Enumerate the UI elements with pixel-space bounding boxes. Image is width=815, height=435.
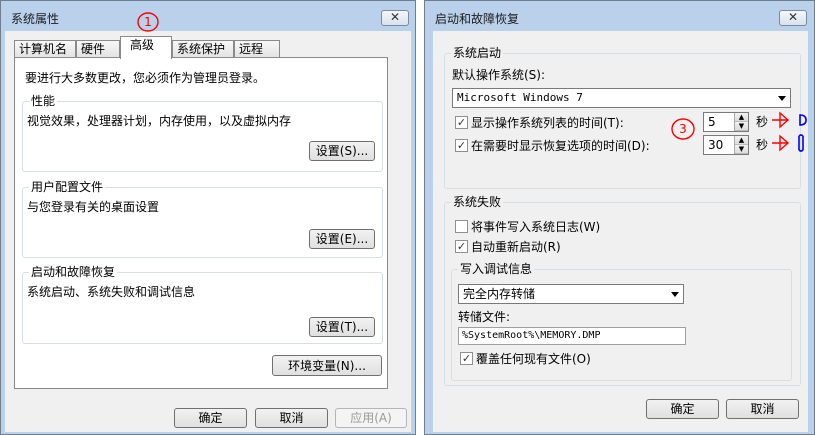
write-event-checkbox[interactable] (455, 220, 468, 233)
show-list-label: 显示操作系统列表的时间(T): (471, 116, 624, 130)
apply-button[interactable]: 应用(A) (335, 408, 407, 428)
window-title: 系统属性 (11, 12, 60, 26)
show-recovery-label: 在需要时显示恢复选项的时间(D): (471, 139, 650, 153)
advanced-tab-panel: 要进行大多数更改，您必须作为管理员登录。 性能 视觉效果，处理器计划，内存使用，… (14, 57, 388, 389)
show-list-checkbox[interactable]: ✓ (455, 116, 468, 129)
close-button[interactable]: ✕ (381, 10, 409, 26)
title-bar[interactable]: 系统属性 ✕ (1, 1, 415, 31)
chevron-down-icon (671, 292, 679, 297)
cancel-button-right[interactable]: 取消 (726, 399, 799, 419)
tab-system-protection[interactable]: 系统保护 (172, 40, 234, 58)
overwrite-label: 覆盖任何现有文件(O) (476, 352, 591, 366)
debug-type-value: 完全内存转储 (463, 287, 536, 301)
annotation-arrow-2 (770, 132, 810, 154)
seconds-unit-1: 秒 (756, 115, 769, 129)
annotation-arrow-1 (770, 110, 810, 130)
show-recovery-spinner[interactable]: 30 ▲ ▼ (703, 135, 749, 155)
performance-title: 性能 (29, 94, 58, 108)
tab-advanced[interactable]: 高级 (120, 36, 172, 59)
spin-up-icon[interactable]: ▲ (735, 136, 748, 145)
show-list-spinner[interactable]: 5 ▲ ▼ (703, 112, 749, 132)
environment-variables-button[interactable]: 环境变量(N)... (272, 355, 382, 376)
spin-buttons[interactable]: ▲ ▼ (734, 113, 748, 131)
spin-buttons[interactable]: ▲ ▼ (734, 136, 748, 154)
tab-remote[interactable]: 远程 (234, 40, 280, 58)
window-client-area-right: 系统启动 默认操作系统(S): Microsoft Windows 7 ✓ 显示… (433, 31, 808, 432)
dump-file-label: 转储文件: (458, 310, 511, 324)
overwrite-checkbox[interactable]: ✓ (460, 352, 473, 365)
startup-recovery-group: 启动和故障恢复 系统启动、系统失败和调试信息 设置(T)... (22, 265, 383, 344)
system-properties-window: 系统属性 ✕ 计算机名 硬件 高级 系统保护 远程 要进行大多数更改，您必须作为… (0, 0, 416, 435)
spin-down-icon[interactable]: ▼ (735, 122, 748, 131)
system-startup-title: 系统启动 (451, 46, 504, 60)
title-bar-right[interactable]: 启动和故障恢复 ✕ (425, 1, 814, 31)
tab-computer-name[interactable]: 计算机名 (14, 40, 76, 58)
startup-recovery-title: 启动和故障恢复 (29, 265, 118, 279)
performance-settings-button[interactable]: 设置(S)... (309, 141, 375, 161)
spin-up-icon[interactable]: ▲ (735, 113, 748, 122)
user-profiles-settings-button[interactable]: 设置(E)... (309, 229, 375, 249)
write-event-label: 将事件写入系统日志(W) (471, 220, 601, 234)
window-title-right: 启动和故障恢复 (435, 12, 520, 26)
default-os-value: Microsoft Windows 7 (457, 91, 583, 104)
annotation-number-3: 3 (679, 122, 687, 136)
dump-file-input[interactable]: %SystemRoot%\MEMORY.DMP (458, 327, 686, 345)
cancel-button[interactable]: 取消 (255, 408, 328, 428)
user-profiles-title: 用户配置文件 (29, 180, 106, 194)
system-failure-title: 系统失败 (451, 195, 504, 209)
performance-desc: 视觉效果，处理器计划，内存使用，以及虚拟内存 (27, 114, 292, 128)
close-button-right[interactable]: ✕ (779, 10, 807, 26)
startup-recovery-window: 启动和故障恢复 ✕ 系统启动 默认操作系统(S): Microsoft Wind… (424, 0, 815, 435)
system-failure-group: 系统失败 将事件写入系统日志(W) ✓ 自动重新启动(R) 写入调试信息 完全内… (444, 195, 801, 386)
debug-type-select[interactable]: 完全内存转储 (458, 284, 684, 304)
show-recovery-checkbox[interactable]: ✓ (455, 139, 468, 152)
annotation-circle-3: 3 (670, 117, 696, 141)
seconds-unit-2: 秒 (756, 138, 769, 152)
window-client-area: 计算机名 硬件 高级 系统保护 远程 要进行大多数更改，您必须作为管理员登录。 … (5, 31, 411, 432)
debug-info-title: 写入调试信息 (458, 262, 535, 276)
startup-recovery-desc: 系统启动、系统失败和调试信息 (27, 285, 196, 299)
show-list-value: 5 (708, 115, 716, 129)
performance-group: 性能 视觉效果，处理器计划，内存使用，以及虚拟内存 设置(S)... (22, 94, 383, 172)
chevron-down-icon (778, 96, 786, 101)
show-recovery-value: 30 (708, 138, 724, 152)
default-os-label: 默认操作系统(S): (452, 68, 546, 82)
debug-info-group: 写入调试信息 完全内存转储 转储文件: %SystemRoot%\MEMORY.… (451, 262, 792, 381)
system-startup-group: 系统启动 默认操作系统(S): Microsoft Windows 7 ✓ 显示… (444, 46, 801, 189)
tab-hardware[interactable]: 硬件 (76, 40, 120, 58)
auto-restart-label: 自动重新启动(R) (471, 240, 561, 254)
user-profiles-group: 用户配置文件 与您登录有关的桌面设置 设置(E)... (22, 180, 383, 258)
annotation-circle-1: 1 (136, 11, 160, 33)
ok-button-right[interactable]: 确定 (646, 399, 719, 419)
user-profiles-desc: 与您登录有关的桌面设置 (27, 200, 160, 214)
default-os-select[interactable]: Microsoft Windows 7 (452, 88, 791, 108)
spin-down-icon[interactable]: ▼ (735, 145, 748, 154)
auto-restart-checkbox[interactable]: ✓ (455, 240, 468, 253)
annotation-number-1: 1 (144, 15, 152, 29)
startup-recovery-settings-button[interactable]: 设置(T)... (309, 317, 375, 337)
admin-note: 要进行大多数更改，您必须作为管理员登录。 (25, 71, 266, 85)
ok-button[interactable]: 确定 (174, 408, 247, 428)
